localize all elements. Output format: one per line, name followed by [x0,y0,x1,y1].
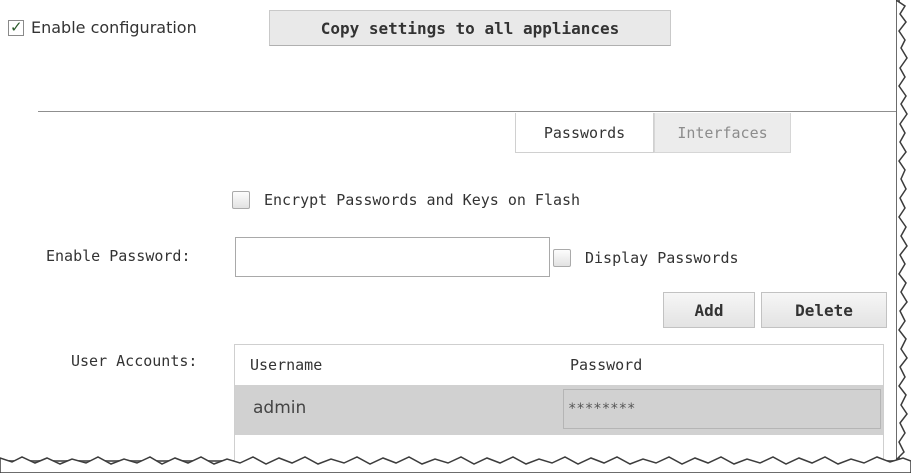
column-header-password: Password [570,356,643,374]
enable-configuration-row[interactable]: ✓ Enable configuration [8,18,197,37]
tab-interfaces[interactable]: Interfaces [654,113,791,153]
enable-configuration-label: Enable configuration [31,18,197,37]
encrypt-passwords-label: Encrypt Passwords and Keys on Flash [264,191,581,209]
checkmark-icon: ✓ [10,17,23,36]
password-cell[interactable]: ******** [563,389,881,429]
delete-button[interactable]: Delete [761,292,887,328]
display-passwords-checkbox[interactable] [553,249,571,267]
column-header-username: Username [250,356,323,374]
table-header: Username Password [235,345,883,385]
section-divider [38,111,898,112]
enable-password-label: Enable Password: [46,247,191,265]
enable-configuration-checkbox[interactable]: ✓ [8,17,24,36]
copy-settings-button[interactable]: Copy settings to all appliances [269,10,671,46]
torn-edge-bottom [0,456,911,473]
display-passwords-option[interactable]: Display Passwords [553,249,739,267]
encrypt-passwords-checkbox[interactable] [232,191,250,209]
username-cell: admin [253,398,307,418]
torn-edge-right [896,0,908,462]
enable-password-input[interactable] [235,237,550,277]
user-accounts-label: User Accounts: [71,352,198,370]
display-passwords-label: Display Passwords [585,249,739,267]
tab-passwords[interactable]: Passwords [515,113,654,153]
user-accounts-table: Username Password admin ******** [234,344,884,464]
tab-bar: Passwords Interfaces [515,113,791,153]
encrypt-option[interactable]: Encrypt Passwords and Keys on Flash [232,191,580,209]
add-button[interactable]: Add [663,292,755,328]
config-panel: ✓ Enable configuration Copy settings to … [0,0,900,464]
table-row[interactable]: admin ******** [235,385,883,435]
